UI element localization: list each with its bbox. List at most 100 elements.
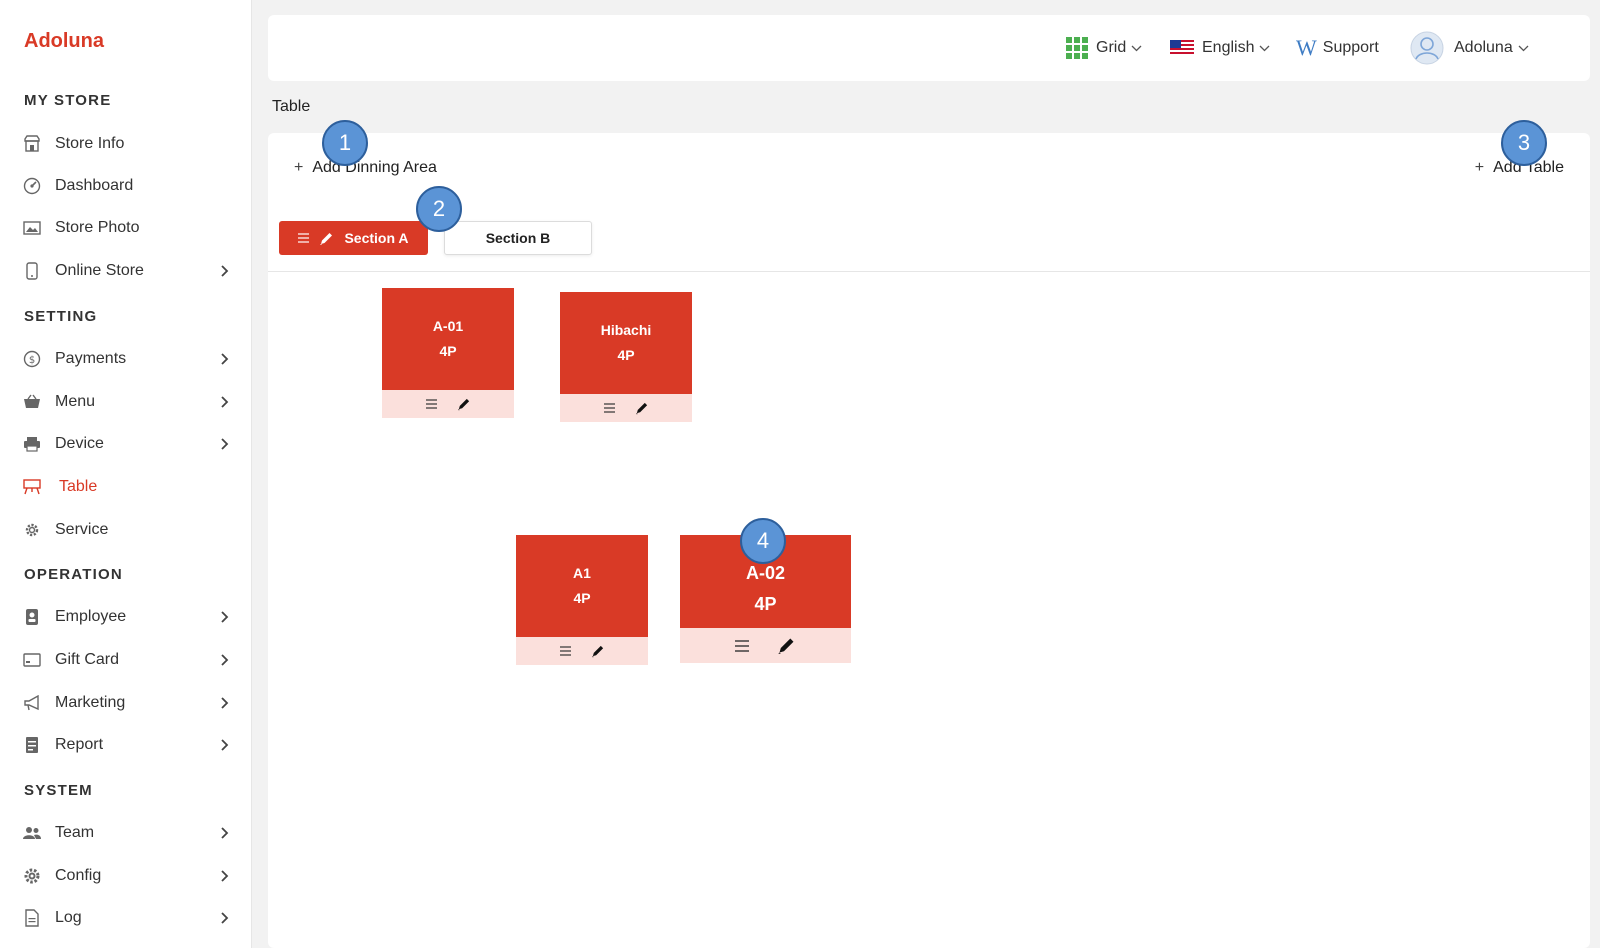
sidebar: Adoluna MY STORE Store Info Dashboard St… <box>0 0 252 948</box>
section-title-system: SYSTEM <box>24 782 93 799</box>
brand-logo[interactable]: Adoluna <box>24 30 104 53</box>
chevron-right-icon <box>218 869 232 883</box>
chevron-right-icon <box>218 738 232 752</box>
sidebar-item-menu[interactable]: Menu <box>22 387 232 417</box>
sidebar-item-dashboard[interactable]: Dashboard <box>22 171 232 201</box>
menu-lines-icon[interactable] <box>603 403 615 413</box>
dashboard-icon <box>22 176 42 196</box>
basket-icon <box>22 392 42 412</box>
support-label: Support <box>1322 39 1379 56</box>
sidebar-item-report[interactable]: Report <box>22 730 232 760</box>
sidebar-item-label: Table <box>59 478 98 495</box>
chevron-right-icon <box>218 653 232 667</box>
section-tab-label: Section A <box>344 230 409 246</box>
chevron-down-icon <box>1518 45 1529 52</box>
sidebar-item-table[interactable]: Table <box>22 472 232 502</box>
table-name: A1 <box>573 565 591 581</box>
sidebar-item-payments[interactable]: $ Payments <box>22 344 232 374</box>
document-icon <box>22 908 42 928</box>
annotation-badge-2: 2 <box>416 186 462 232</box>
chevron-right-icon <box>218 352 232 366</box>
sidebar-item-store-info[interactable]: Store Info <box>22 129 232 159</box>
table-card-footer <box>382 390 514 418</box>
section-title-operation: OPERATION <box>24 566 123 583</box>
avatar <box>1410 31 1444 65</box>
chevron-right-icon <box>218 911 232 925</box>
sidebar-item-label: Online Store <box>55 262 144 279</box>
user-menu[interactable]: Adoluna <box>1410 15 1529 81</box>
megaphone-icon <box>22 693 42 713</box>
giftcard-icon <box>22 650 42 670</box>
table-card-footer <box>680 628 851 663</box>
sidebar-item-label: Device <box>55 435 104 452</box>
chevron-right-icon <box>218 826 232 840</box>
sidebar-item-service[interactable]: Service <box>22 515 232 545</box>
table-icon <box>22 477 42 497</box>
sidebar-item-label: Team <box>55 824 95 841</box>
section-title-my-store: MY STORE <box>24 92 112 109</box>
table-card-a1[interactable]: A1 4P <box>516 535 648 665</box>
table-seats: 4P <box>617 347 635 363</box>
chevron-right-icon <box>218 437 232 451</box>
menu-lines-icon[interactable] <box>559 646 571 656</box>
divider <box>268 271 1590 272</box>
sidebar-item-log[interactable]: Log <box>22 903 232 933</box>
gear-icon <box>22 520 42 540</box>
annotation-badge-1: 1 <box>322 120 368 166</box>
table-card-hibachi[interactable]: Hibachi 4P <box>560 292 692 422</box>
sidebar-item-team[interactable]: Team <box>22 818 232 848</box>
report-icon <box>22 735 42 755</box>
menu-lines-icon[interactable] <box>735 639 749 652</box>
sidebar-item-label: Menu <box>55 393 96 410</box>
top-bar: Grid English W Support Adoluna <box>268 15 1590 81</box>
sidebar-item-marketing[interactable]: Marketing <box>22 688 232 718</box>
add-dining-area-button[interactable]: + Add Dinning Area <box>294 159 437 177</box>
drag-handle-icon[interactable] <box>298 233 310 243</box>
menu-lines-icon[interactable] <box>425 399 437 409</box>
pencil-icon[interactable] <box>777 636 796 655</box>
sidebar-item-label: Payments <box>55 350 127 367</box>
pencil-icon[interactable] <box>635 401 649 415</box>
table-card-body[interactable]: A-01 4P <box>382 288 514 390</box>
svg-text:$: $ <box>29 355 35 366</box>
annotation-badge-3: 3 <box>1501 120 1547 166</box>
sidebar-item-label: Store Photo <box>55 219 140 236</box>
sidebar-item-employee[interactable]: Employee <box>22 602 232 632</box>
tab-section-b[interactable]: Section B <box>444 221 592 255</box>
section-tab-label: Section B <box>485 230 551 246</box>
language-label: English <box>1202 39 1255 56</box>
pencil-icon[interactable] <box>457 397 471 411</box>
dollar-icon: $ <box>22 349 42 369</box>
page-title: Table <box>272 98 311 115</box>
sidebar-item-gift-card[interactable]: Gift Card <box>22 645 232 675</box>
tab-section-a[interactable]: Section A <box>279 221 428 255</box>
mobile-icon <box>22 261 42 281</box>
sidebar-item-label: Report <box>55 736 104 753</box>
table-card-body[interactable]: A1 4P <box>516 535 648 637</box>
grid-icon <box>1066 37 1088 59</box>
language-selector[interactable]: English <box>1170 15 1270 81</box>
section-title-setting: SETTING <box>24 308 98 325</box>
table-card-a-01[interactable]: A-01 4P <box>382 288 514 418</box>
sidebar-item-label: Dashboard <box>55 177 134 194</box>
table-seats: 4P <box>754 593 777 614</box>
support-link[interactable]: W Support <box>1296 15 1379 81</box>
us-flag-icon <box>1170 40 1194 56</box>
chevron-right-icon <box>218 264 232 278</box>
grid-menu[interactable]: Grid <box>1066 15 1142 81</box>
pencil-icon[interactable] <box>319 231 334 246</box>
sidebar-item-store-photo[interactable]: Store Photo <box>22 213 232 243</box>
sidebar-item-device[interactable]: Device <box>22 429 232 459</box>
cog-icon <box>22 866 42 886</box>
sidebar-item-config[interactable]: Config <box>22 861 232 891</box>
chevron-right-icon <box>218 696 232 710</box>
sidebar-item-label: Employee <box>55 608 127 625</box>
badge-icon <box>22 607 42 627</box>
team-icon <box>22 823 42 843</box>
sidebar-item-label: Config <box>55 867 102 884</box>
pencil-icon[interactable] <box>591 644 605 658</box>
table-name: Hibachi <box>600 322 652 338</box>
sidebar-item-online-store[interactable]: Online Store <box>22 256 232 286</box>
store-icon <box>22 134 42 154</box>
table-card-body[interactable]: Hibachi 4P <box>560 292 692 394</box>
